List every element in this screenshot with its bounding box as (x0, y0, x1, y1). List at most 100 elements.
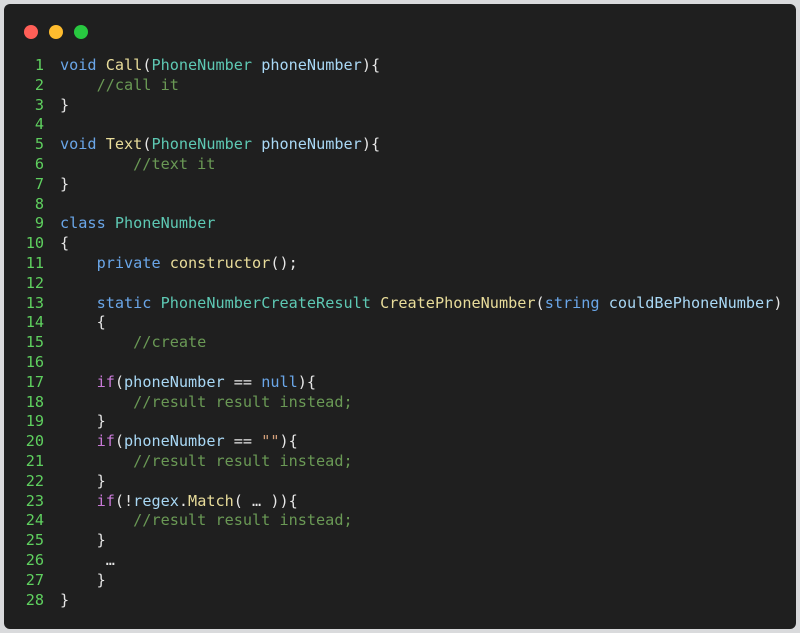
line-number: 20 (25, 432, 44, 451)
code-token: CreatePhoneNumber (380, 293, 536, 312)
code-token: ){ (279, 432, 298, 451)
code-token: phoneNumber (124, 432, 225, 451)
code-token: //create (133, 333, 207, 352)
code-line: 5 void Text(PhoneNumber phoneNumber){ (4, 135, 796, 155)
code-token: } (60, 471, 106, 490)
line-number: 15 (25, 333, 44, 352)
line-content: //result result instead; (60, 452, 352, 472)
code-token: Call (105, 56, 143, 74)
code-token: PhoneNumberCreateResult (160, 293, 371, 312)
code-token: //result result instead; (133, 511, 353, 530)
line-content: } (60, 591, 69, 611)
code-editor[interactable]: 1 void Call(PhoneNumber phoneNumber){2 //… (4, 56, 796, 610)
code-token: PhoneNumber (151, 56, 253, 74)
line-content: if(!regex.Match( … )){ (60, 492, 298, 512)
code-token: == (224, 372, 262, 391)
code-token: ( (114, 372, 125, 391)
line-number: 3 (34, 95, 44, 114)
line-content: class PhoneNumber (60, 214, 215, 234)
code-token: } (60, 174, 70, 193)
code-token: . (178, 491, 189, 510)
code-token: "" (261, 432, 280, 451)
line-number: 2 (34, 75, 44, 94)
code-line: 8 (4, 195, 796, 215)
line-number: 21 (25, 451, 44, 470)
code-token: } (60, 531, 106, 550)
line-content: } (60, 412, 106, 432)
line-content: } (60, 472, 106, 492)
code-token: { (60, 234, 70, 253)
maximize-button[interactable] (74, 25, 88, 39)
code-line: 9 class PhoneNumber (4, 214, 796, 234)
minimize-button[interactable] (49, 25, 63, 39)
code-line: 4 (4, 115, 796, 135)
code-token: (); (270, 253, 298, 272)
code-line: 16 (4, 353, 796, 373)
line-number: 28 (25, 590, 44, 609)
code-token: … (60, 550, 115, 569)
code-token: string (544, 293, 600, 312)
code-token: regex (133, 491, 179, 510)
code-token: if (96, 491, 115, 510)
code-token: (! (114, 491, 134, 510)
close-button[interactable] (24, 25, 38, 39)
line-content: if(phoneNumber == ""){ (60, 432, 298, 452)
line-content: } (60, 96, 69, 116)
code-token: } (60, 412, 106, 431)
line-content: //result result instead; (60, 511, 353, 531)
line-number: 5 (34, 135, 44, 154)
code-token: static (96, 293, 152, 312)
code-line: 11 private constructor(); (4, 254, 796, 274)
code-token: phoneNumber (261, 56, 362, 74)
line-number: 8 (34, 194, 44, 213)
code-token: == (224, 432, 262, 451)
code-line: 13 static PhoneNumberCreateResult Create… (4, 294, 796, 314)
line-content: static PhoneNumberCreateResult CreatePho… (60, 293, 783, 314)
code-token: if (96, 372, 115, 391)
code-token: PhoneNumber (114, 214, 216, 233)
code-token: ( (114, 432, 125, 451)
code-token: { (60, 313, 106, 332)
line-number: 16 (25, 352, 44, 371)
code-line: 14 { (4, 313, 796, 333)
code-token: Match (188, 491, 234, 510)
line-content: void Text(PhoneNumber phoneNumber){ (60, 135, 380, 155)
code-line: 18 //result result instead; (4, 393, 796, 413)
code-token: //text it (133, 154, 216, 173)
code-token: } (60, 590, 70, 609)
code-token: ){ (361, 56, 381, 74)
code-token: PhoneNumber (151, 135, 253, 154)
line-content: if(phoneNumber == null){ (60, 372, 317, 393)
line-content: //text it (60, 155, 215, 175)
line-number: 4 (34, 115, 44, 134)
line-number: 14 (25, 313, 44, 332)
line-number: 1 (34, 56, 44, 74)
code-line: 17 if(phoneNumber == null){ (4, 373, 796, 393)
code-token: void (60, 56, 97, 74)
code-line: 23 if(!regex.Match( … )){ (4, 492, 796, 512)
line-content: void Call(PhoneNumber phoneNumber){ (60, 56, 380, 76)
line-content: { (60, 313, 106, 333)
code-token: phoneNumber (124, 372, 225, 391)
code-token: ( (535, 293, 545, 312)
line-content: private constructor(); (60, 254, 298, 274)
line-number: 25 (25, 531, 44, 550)
code-window: 1 void Call(PhoneNumber phoneNumber){2 //… (4, 4, 796, 629)
code-token: } (60, 570, 106, 589)
line-content: } (60, 571, 106, 591)
code-line: 22 } (4, 472, 796, 492)
code-line: 7} (4, 175, 796, 195)
code-token: class (60, 214, 106, 233)
line-number: 10 (25, 234, 44, 253)
line-number: 24 (25, 511, 44, 530)
